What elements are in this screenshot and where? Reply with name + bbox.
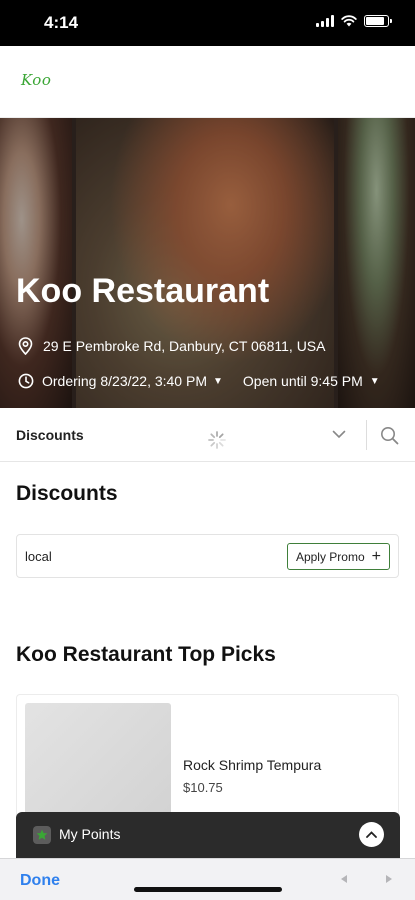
hero-overlay [0, 118, 415, 408]
top-picks-title: Koo Restaurant Top Picks [16, 643, 276, 666]
my-points-bar[interactable]: My Points [16, 812, 400, 858]
divider [366, 420, 367, 450]
status-time: 4:14 [44, 13, 79, 32]
chevron-down-icon[interactable] [332, 430, 346, 439]
battery-icon [364, 15, 392, 27]
restaurant-address[interactable]: 29 E Pembroke Rd, Danbury, CT 06811, USA [18, 337, 325, 355]
my-points-label: My Points [59, 826, 121, 842]
chevron-down-icon[interactable]: ▼ [213, 376, 223, 387]
category-current[interactable]: Discounts [16, 427, 84, 443]
home-indicator [134, 887, 282, 892]
discounts-title: Discounts [16, 482, 118, 505]
cellular-signal-icon [316, 15, 334, 27]
apply-promo-button[interactable]: Apply Promo + [286, 543, 390, 570]
apply-promo-label: Apply Promo [295, 549, 365, 564]
menu-item-image [25, 703, 171, 823]
plus-icon: + [371, 547, 381, 565]
status-bar: 4:14 [0, 0, 415, 46]
spinner-tick [210, 441, 216, 447]
promo-code: local [25, 549, 52, 564]
address-text: 29 E Pembroke Rd, Danbury, CT 06811, USA [43, 338, 326, 354]
restaurant-name: Koo Restaurant [16, 272, 270, 310]
restaurant-logo[interactable]: Koo [21, 71, 51, 89]
star-icon [33, 826, 51, 844]
forward-arrow-icon[interactable] [384, 874, 394, 884]
order-time-row: Ordering 8/23/22, 3:40 PM ▼ Open until 9… [18, 373, 380, 389]
wifi-icon [341, 15, 357, 27]
browser-toolbar: Done [0, 858, 415, 900]
back-arrow-icon[interactable] [339, 874, 349, 884]
promo-card: local Apply Promo + [16, 534, 399, 578]
spinner-tick [210, 433, 216, 439]
hero-banner: Koo Restaurant 29 E Pembroke Rd, Danbury… [0, 118, 415, 408]
clock-icon [18, 373, 34, 389]
ordering-time-selector[interactable]: Ordering 8/23/22, 3:40 PM [42, 373, 207, 389]
spinner-tick [218, 433, 224, 439]
chevron-down-icon[interactable]: ▼ [370, 376, 380, 387]
menu-item-name: Rock Shrimp Tempura [183, 757, 322, 773]
battery-fill [366, 17, 384, 25]
menu-item-price: $10.75 [183, 780, 223, 795]
spinner-tick [218, 441, 224, 447]
search-icon[interactable] [380, 426, 399, 445]
location-pin-icon [18, 337, 33, 355]
loading-spinner-icon [208, 431, 226, 449]
chevron-up-icon[interactable] [359, 822, 384, 847]
menu-item-card[interactable]: Rock Shrimp Tempura $10.75 [16, 694, 399, 824]
open-hours-selector[interactable]: Open until 9:45 PM [243, 373, 363, 389]
done-button[interactable]: Done [20, 872, 60, 890]
app-header: Koo [0, 46, 415, 118]
status-icons [316, 15, 392, 27]
